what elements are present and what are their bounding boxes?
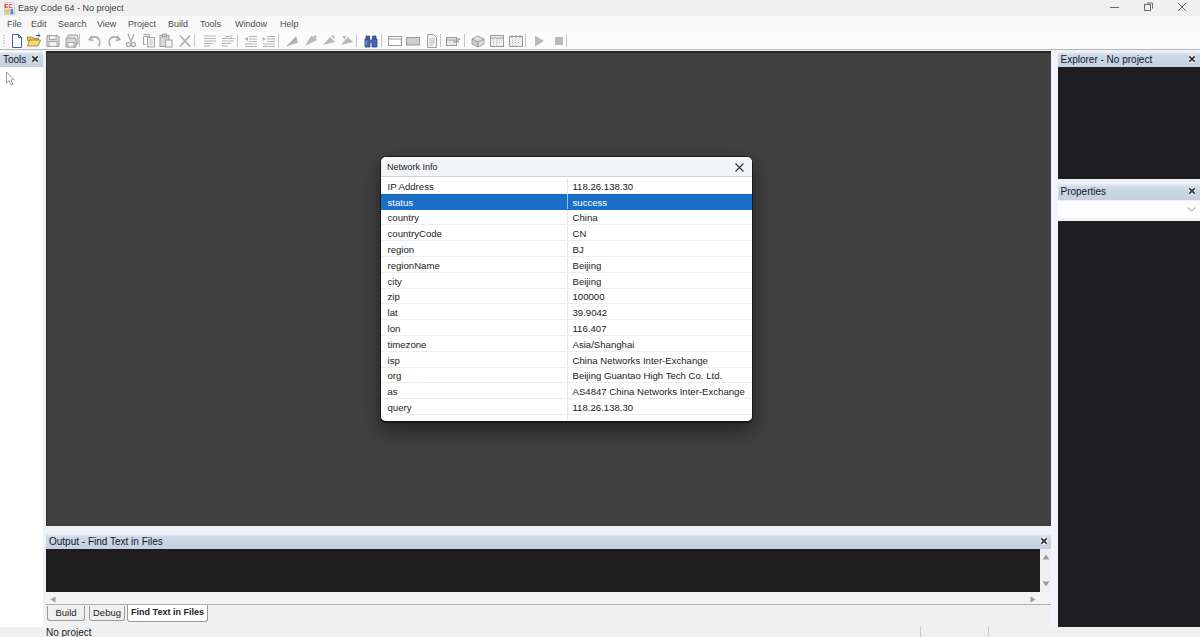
svg-text:EC: EC bbox=[4, 2, 13, 8]
